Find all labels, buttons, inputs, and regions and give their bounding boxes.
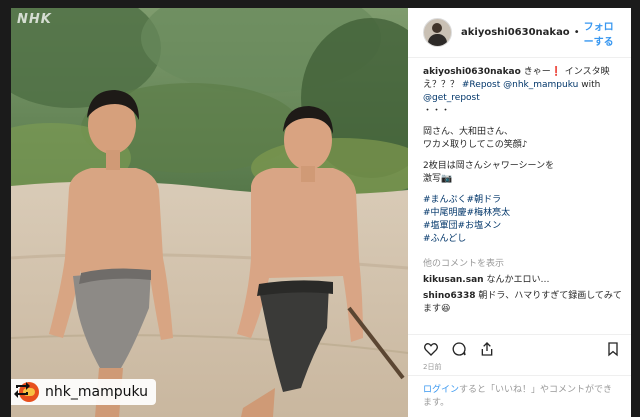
login-prompt: ログインすると「いいね！」やコメントができます。 xyxy=(408,375,631,417)
hashtag[interactable]: #梅林亮太 xyxy=(467,208,511,218)
caption-line-4: 2枚目は岡さんシャワーシーンを xyxy=(423,161,555,171)
hashtag[interactable]: #お塩メン xyxy=(458,221,502,231)
post-side-panel: akiyoshi0630nakao • フォローする akiyoshi0630n… xyxy=(408,8,631,417)
bookmark-icon[interactable] xyxy=(605,341,621,357)
caption-with: with xyxy=(581,80,601,90)
caption-line-2: 岡さん、大和田さん、 xyxy=(423,127,514,137)
hashtag-row-1: #まんぷく#朝ドラ xyxy=(423,194,623,207)
mention-nhk[interactable]: @nhk_mampuku xyxy=(503,80,578,90)
comment-username[interactable]: shino6338 xyxy=(423,291,476,301)
hashtag-row-2: #中尾明慶#梅林亮太 xyxy=(423,207,623,220)
follow-button[interactable]: フォローする xyxy=(584,18,621,48)
hashtag[interactable]: #まんぷく xyxy=(423,195,467,205)
hashtag[interactable]: #中尾明慶 xyxy=(423,208,467,218)
post-header: akiyoshi0630nakao • フォローする xyxy=(408,8,631,58)
share-icon[interactable] xyxy=(479,341,495,357)
login-link[interactable]: ログイン xyxy=(423,385,459,395)
caption-area: akiyoshi0630nakao きゃー❗ インスタ映え？？？ #Repost… xyxy=(408,58,631,316)
comment-item: shino6338 朝ドラ、ハマりすぎて録画してみてます😆 xyxy=(423,290,623,316)
hashtag[interactable]: #塩軍団 xyxy=(423,221,458,231)
hashtag[interactable]: #ふんどし xyxy=(423,234,466,244)
caption-line-5: 激写📷 xyxy=(423,174,453,184)
post-photo[interactable]: NHK nhk_mampuku xyxy=(11,8,408,417)
heart-icon[interactable] xyxy=(423,341,439,357)
hashtag-row-4: #ふんどし xyxy=(423,233,623,246)
repost-username: nhk_mampuku xyxy=(45,384,149,400)
author-username[interactable]: akiyoshi0630nakao xyxy=(461,27,570,38)
author-avatar[interactable] xyxy=(423,18,452,47)
repost-icon xyxy=(14,382,30,398)
view-more-comments-link[interactable]: 他のコメントを表示 xyxy=(423,258,623,271)
comment-username[interactable]: kikusan.san xyxy=(423,275,484,285)
post-timestamp: 2日前 xyxy=(423,363,442,371)
photo-illustration xyxy=(11,8,408,417)
broadcaster-watermark: NHK xyxy=(17,12,52,27)
repost-badge[interactable]: nhk_mampuku xyxy=(11,379,157,405)
comment-text: なんかエロい… xyxy=(486,275,550,285)
hashtag[interactable]: #朝ドラ xyxy=(467,195,502,205)
hashtag-row-3: #塩軍団#お塩メン xyxy=(423,220,623,233)
caption-username[interactable]: akiyoshi0630nakao xyxy=(423,67,521,77)
action-bar xyxy=(408,334,631,362)
header-separator: • xyxy=(573,27,580,38)
post-modal: NHK nhk_mampuku akiyoshi0630nakao • フォロー… xyxy=(11,8,631,417)
caption-line-3: ワカメ取りしてこの笑顔♪ xyxy=(423,140,528,150)
comment-icon[interactable] xyxy=(451,341,467,357)
caption-dots: ・・・ xyxy=(423,106,451,116)
repost-hashtag[interactable]: #Repost xyxy=(462,80,500,90)
mention-get-repost[interactable]: @get_repost xyxy=(423,93,480,103)
caption-text: akiyoshi0630nakao きゃー❗ インスタ映え？？？ #Repost… xyxy=(423,66,623,105)
comment-item: kikusan.san なんかエロい… xyxy=(423,274,623,287)
